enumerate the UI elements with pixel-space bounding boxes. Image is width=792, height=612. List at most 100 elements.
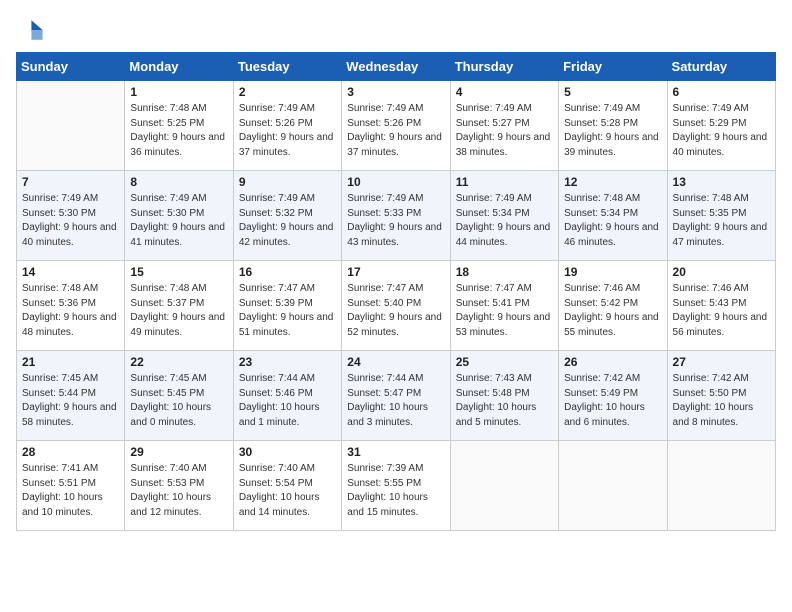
calendar-cell: 27 Sunrise: 7:42 AMSunset: 5:50 PMDayligh…	[667, 351, 775, 441]
day-info: Sunrise: 7:44 AMSunset: 5:46 PMDaylight:…	[239, 372, 336, 430]
day-info: Sunrise: 7:49 AMSunset: 5:30 PMDaylight:…	[22, 192, 119, 250]
day-info: Sunrise: 7:49 AMSunset: 5:33 PMDaylight:…	[347, 192, 444, 250]
weekday-header-saturday: Saturday	[667, 53, 775, 81]
day-info: Sunrise: 7:39 AMSunset: 5:55 PMDaylight:…	[347, 462, 444, 520]
day-number: 17	[347, 265, 444, 279]
day-info: Sunrise: 7:42 AMSunset: 5:50 PMDaylight:…	[673, 372, 770, 430]
day-info: Sunrise: 7:48 AMSunset: 5:36 PMDaylight:…	[22, 282, 119, 340]
day-number: 28	[22, 445, 119, 459]
day-number: 19	[564, 265, 661, 279]
day-info: Sunrise: 7:47 AMSunset: 5:40 PMDaylight:…	[347, 282, 444, 340]
day-number: 3	[347, 85, 444, 99]
calendar-cell: 2 Sunrise: 7:49 AMSunset: 5:26 PMDaylight…	[233, 81, 341, 171]
day-info: Sunrise: 7:49 AMSunset: 5:26 PMDaylight:…	[347, 102, 444, 160]
day-info: Sunrise: 7:49 AMSunset: 5:26 PMDaylight:…	[239, 102, 336, 160]
calendar-cell: 17 Sunrise: 7:47 AMSunset: 5:40 PMDayligh…	[342, 261, 450, 351]
calendar-cell: 4Sunrise: 7:49 AMSunset: 5:27 PMDaylight…	[450, 81, 558, 171]
day-info: Sunrise: 7:49 AMSunset: 5:27 PMDaylight:…	[456, 102, 553, 160]
day-number: 8	[130, 175, 227, 189]
calendar-cell: 24 Sunrise: 7:44 AMSunset: 5:47 PMDayligh…	[342, 351, 450, 441]
day-number: 11	[456, 175, 553, 189]
calendar-cell: 11 Sunrise: 7:49 AMSunset: 5:34 PMDayligh…	[450, 171, 558, 261]
day-info: Sunrise: 7:41 AMSunset: 5:51 PMDaylight:…	[22, 462, 119, 520]
day-number: 27	[673, 355, 770, 369]
weekday-header-monday: Monday	[125, 53, 233, 81]
calendar-cell: 5 Sunrise: 7:49 AMSunset: 5:28 PMDaylight…	[559, 81, 667, 171]
calendar-cell: 3 Sunrise: 7:49 AMSunset: 5:26 PMDaylight…	[342, 81, 450, 171]
day-number: 23	[239, 355, 336, 369]
day-info: Sunrise: 7:49 AMSunset: 5:28 PMDaylight:…	[564, 102, 661, 160]
day-number: 26	[564, 355, 661, 369]
day-info: Sunrise: 7:47 AMSunset: 5:41 PMDaylight:…	[456, 282, 553, 340]
day-info: Sunrise: 7:49 AMSunset: 5:30 PMDaylight:…	[130, 192, 227, 250]
day-info: Sunrise: 7:45 AMSunset: 5:44 PMDaylight:…	[22, 372, 119, 430]
day-number: 14	[22, 265, 119, 279]
day-number: 9	[239, 175, 336, 189]
day-info: Sunrise: 7:40 AMSunset: 5:54 PMDaylight:…	[239, 462, 336, 520]
calendar-cell: 25Sunrise: 7:43 AMSunset: 5:48 PMDayligh…	[450, 351, 558, 441]
calendar-week-row: 28 Sunrise: 7:41 AMSunset: 5:51 PMDayligh…	[17, 441, 776, 531]
day-info: Sunrise: 7:43 AMSunset: 5:48 PMDaylight:…	[456, 372, 553, 430]
calendar-cell: 23 Sunrise: 7:44 AMSunset: 5:46 PMDayligh…	[233, 351, 341, 441]
calendar-week-row: 1Sunrise: 7:48 AMSunset: 5:25 PMDaylight…	[17, 81, 776, 171]
calendar-cell: 21 Sunrise: 7:45 AMSunset: 5:44 PMDayligh…	[17, 351, 125, 441]
calendar-table: SundayMondayTuesdayWednesdayThursdayFrid…	[16, 52, 776, 531]
calendar-cell: 30 Sunrise: 7:40 AMSunset: 5:54 PMDayligh…	[233, 441, 341, 531]
calendar-cell: 7 Sunrise: 7:49 AMSunset: 5:30 PMDaylight…	[17, 171, 125, 261]
logo	[16, 16, 48, 44]
day-number: 21	[22, 355, 119, 369]
day-number: 29	[130, 445, 227, 459]
calendar-cell: 29 Sunrise: 7:40 AMSunset: 5:53 PMDayligh…	[125, 441, 233, 531]
weekday-header-sunday: Sunday	[17, 53, 125, 81]
day-info: Sunrise: 7:49 AMSunset: 5:34 PMDaylight:…	[456, 192, 553, 250]
day-number: 24	[347, 355, 444, 369]
day-number: 2	[239, 85, 336, 99]
calendar-cell: 14 Sunrise: 7:48 AMSunset: 5:36 PMDayligh…	[17, 261, 125, 351]
day-info: Sunrise: 7:48 AMSunset: 5:37 PMDaylight:…	[130, 282, 227, 340]
day-number: 15	[130, 265, 227, 279]
day-number: 18	[456, 265, 553, 279]
day-number: 31	[347, 445, 444, 459]
calendar-header-row: SundayMondayTuesdayWednesdayThursdayFrid…	[17, 53, 776, 81]
day-info: Sunrise: 7:44 AMSunset: 5:47 PMDaylight:…	[347, 372, 444, 430]
weekday-header-friday: Friday	[559, 53, 667, 81]
day-info: Sunrise: 7:48 AMSunset: 5:34 PMDaylight:…	[564, 192, 661, 250]
calendar-cell: 18 Sunrise: 7:47 AMSunset: 5:41 PMDayligh…	[450, 261, 558, 351]
calendar-cell: 8 Sunrise: 7:49 AMSunset: 5:30 PMDaylight…	[125, 171, 233, 261]
day-info: Sunrise: 7:46 AMSunset: 5:43 PMDaylight:…	[673, 282, 770, 340]
weekday-header-thursday: Thursday	[450, 53, 558, 81]
calendar-cell: 31 Sunrise: 7:39 AMSunset: 5:55 PMDayligh…	[342, 441, 450, 531]
calendar-cell: 15 Sunrise: 7:48 AMSunset: 5:37 PMDayligh…	[125, 261, 233, 351]
calendar-cell	[667, 441, 775, 531]
calendar-cell: 12Sunrise: 7:48 AMSunset: 5:34 PMDayligh…	[559, 171, 667, 261]
day-number: 16	[239, 265, 336, 279]
day-info: Sunrise: 7:45 AMSunset: 5:45 PMDaylight:…	[130, 372, 227, 430]
calendar-week-row: 14 Sunrise: 7:48 AMSunset: 5:36 PMDayligh…	[17, 261, 776, 351]
day-number: 10	[347, 175, 444, 189]
day-info: Sunrise: 7:47 AMSunset: 5:39 PMDaylight:…	[239, 282, 336, 340]
day-info: Sunrise: 7:42 AMSunset: 5:49 PMDaylight:…	[564, 372, 661, 430]
day-number: 5	[564, 85, 661, 99]
calendar-cell: 20 Sunrise: 7:46 AMSunset: 5:43 PMDayligh…	[667, 261, 775, 351]
day-info: Sunrise: 7:49 AMSunset: 5:32 PMDaylight:…	[239, 192, 336, 250]
calendar-cell	[450, 441, 558, 531]
calendar-cell	[17, 81, 125, 171]
page-header	[16, 16, 776, 44]
calendar-cell: 16 Sunrise: 7:47 AMSunset: 5:39 PMDayligh…	[233, 261, 341, 351]
day-info: Sunrise: 7:46 AMSunset: 5:42 PMDaylight:…	[564, 282, 661, 340]
day-number: 22	[130, 355, 227, 369]
day-number: 20	[673, 265, 770, 279]
calendar-cell: 28 Sunrise: 7:41 AMSunset: 5:51 PMDayligh…	[17, 441, 125, 531]
calendar-cell	[559, 441, 667, 531]
day-info: Sunrise: 7:40 AMSunset: 5:53 PMDaylight:…	[130, 462, 227, 520]
calendar-cell: 22 Sunrise: 7:45 AMSunset: 5:45 PMDayligh…	[125, 351, 233, 441]
calendar-cell: 1Sunrise: 7:48 AMSunset: 5:25 PMDaylight…	[125, 81, 233, 171]
calendar-cell: 6 Sunrise: 7:49 AMSunset: 5:29 PMDaylight…	[667, 81, 775, 171]
day-number: 7	[22, 175, 119, 189]
calendar-cell: 13Sunrise: 7:48 AMSunset: 5:35 PMDayligh…	[667, 171, 775, 261]
day-number: 30	[239, 445, 336, 459]
day-info: Sunrise: 7:49 AMSunset: 5:29 PMDaylight:…	[673, 102, 770, 160]
calendar-cell: 19 Sunrise: 7:46 AMSunset: 5:42 PMDayligh…	[559, 261, 667, 351]
weekday-header-tuesday: Tuesday	[233, 53, 341, 81]
day-number: 6	[673, 85, 770, 99]
